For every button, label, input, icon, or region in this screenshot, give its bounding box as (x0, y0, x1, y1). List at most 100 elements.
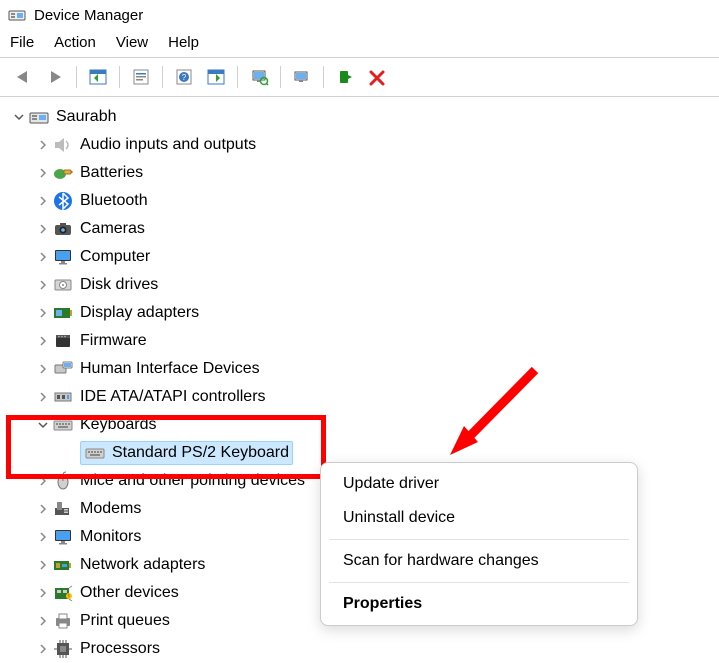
toolbar-sep (119, 66, 120, 88)
context-menu-properties[interactable]: Properties (321, 587, 637, 621)
svg-text:!: ! (68, 594, 69, 600)
tree-item-label: Display adapters (80, 304, 199, 322)
tree-item-bluetooth[interactable]: Bluetooth (6, 187, 719, 215)
tree-item-label: Keyboards (80, 416, 157, 434)
speaker-icon (52, 134, 74, 156)
tree-item-disk-drives[interactable]: Disk drives (6, 271, 719, 299)
bluetooth-icon (52, 190, 74, 212)
toolbar-sep (76, 66, 77, 88)
tree-item-label: Mice and other pointing devices (80, 472, 305, 490)
chevron-right-icon[interactable] (34, 164, 52, 182)
chevron-right-icon[interactable] (34, 332, 52, 350)
tree-item-cameras[interactable]: Cameras (6, 215, 719, 243)
tree-item-label: Cameras (80, 220, 145, 238)
chevron-right-icon[interactable] (34, 304, 52, 322)
chevron-right-icon[interactable] (34, 360, 52, 378)
tree-item-batteries[interactable]: Batteries (6, 159, 719, 187)
context-menu: Update driver Uninstall device Scan for … (320, 462, 638, 626)
context-menu-update-driver[interactable]: Update driver (321, 467, 637, 501)
toolbar: ? (0, 58, 719, 97)
battery-icon (52, 162, 74, 184)
toolbar-sep (323, 66, 324, 88)
firmware-icon (52, 330, 74, 352)
tree-item-label: Network adapters (80, 556, 205, 574)
display-adapter-icon (52, 302, 74, 324)
tree-item-label: Processors (80, 640, 160, 658)
disk-drive-icon (52, 274, 74, 296)
chevron-right-icon[interactable] (34, 248, 52, 266)
camera-icon (52, 218, 74, 240)
properties-button[interactable] (126, 62, 156, 92)
chevron-down-icon[interactable] (34, 416, 52, 434)
back-button[interactable] (8, 62, 38, 92)
chevron-right-icon[interactable] (34, 220, 52, 238)
monitor-icon (52, 526, 74, 548)
enable-device-button[interactable] (330, 62, 360, 92)
chevron-right-icon[interactable] (34, 528, 52, 546)
tree-item-label: IDE ATA/ATAPI controllers (80, 388, 266, 406)
processor-icon (52, 638, 74, 660)
tree-item-label: Computer (80, 248, 150, 266)
tree-item-label: Human Interface Devices (80, 360, 260, 378)
menu-bar: File Action View Help (0, 30, 719, 57)
tree-root-label: Saurabh (56, 108, 117, 126)
show-hide-console-tree-button[interactable] (83, 62, 113, 92)
monitor-icon (52, 246, 74, 268)
tree-item-processors[interactable]: Processors (6, 635, 719, 663)
chevron-right-icon[interactable] (34, 500, 52, 518)
tree-item-label: Batteries (80, 164, 143, 182)
chevron-right-icon[interactable] (34, 192, 52, 210)
tree-item-label: Other devices (80, 584, 179, 602)
chevron-right-icon[interactable] (34, 136, 52, 154)
toolbar-sep (162, 66, 163, 88)
tree-item-label: Print queues (80, 612, 170, 630)
toolbar-sep (280, 66, 281, 88)
help-button[interactable]: ? (169, 62, 199, 92)
other-devices-icon: ! (52, 582, 74, 604)
svg-text:?: ? (182, 73, 187, 82)
add-legacy-hardware-button[interactable] (287, 62, 317, 92)
context-menu-uninstall-device[interactable]: Uninstall device (321, 501, 637, 535)
toolbar-sep (237, 66, 238, 88)
tree-item-audio[interactable]: Audio inputs and outputs (6, 131, 719, 159)
computer-root-icon (28, 106, 50, 128)
tree-item-label: Bluetooth (80, 192, 148, 210)
context-menu-sep (329, 539, 629, 540)
hid-icon (52, 358, 74, 380)
tree-item-hid[interactable]: Human Interface Devices (6, 355, 719, 383)
action-pane-button[interactable] (201, 62, 231, 92)
keyboard-icon (52, 414, 74, 436)
chevron-right-icon[interactable] (34, 640, 52, 658)
ide-controller-icon (52, 386, 74, 408)
chevron-right-icon[interactable] (34, 556, 52, 574)
tree-item-label: Modems (80, 500, 141, 518)
tree-item-ide[interactable]: IDE ATA/ATAPI controllers (6, 383, 719, 411)
tree-item-label: Monitors (80, 528, 141, 546)
chevron-right-icon[interactable] (34, 276, 52, 294)
keyboard-icon (84, 442, 106, 464)
tree-item-label: Standard PS/2 Keyboard (112, 444, 289, 462)
tree-item-keyboards[interactable]: Keyboards (6, 411, 719, 439)
tree-item-firmware[interactable]: Firmware (6, 327, 719, 355)
chevron-right-icon[interactable] (34, 472, 52, 490)
menu-file[interactable]: File (10, 34, 34, 51)
scan-hardware-changes-button[interactable] (244, 62, 274, 92)
menu-help[interactable]: Help (168, 34, 199, 51)
tree-item-computer[interactable]: Computer (6, 243, 719, 271)
chevron-right-icon[interactable] (34, 388, 52, 406)
window-title: Device Manager (34, 7, 143, 24)
uninstall-device-button[interactable] (362, 62, 392, 92)
chevron-down-icon[interactable] (10, 108, 28, 126)
tree-item-display-adapters[interactable]: Display adapters (6, 299, 719, 327)
tree-item-label: Audio inputs and outputs (80, 136, 256, 154)
context-menu-scan-hardware[interactable]: Scan for hardware changes (321, 544, 637, 578)
tree-root[interactable]: Saurabh (6, 103, 719, 131)
printer-icon (52, 610, 74, 632)
chevron-right-icon[interactable] (34, 612, 52, 630)
menu-view[interactable]: View (116, 34, 148, 51)
menu-action[interactable]: Action (54, 34, 96, 51)
forward-button[interactable] (40, 62, 70, 92)
chevron-right-icon[interactable] (34, 584, 52, 602)
tree-item-label: Firmware (80, 332, 147, 350)
context-menu-sep (329, 582, 629, 583)
